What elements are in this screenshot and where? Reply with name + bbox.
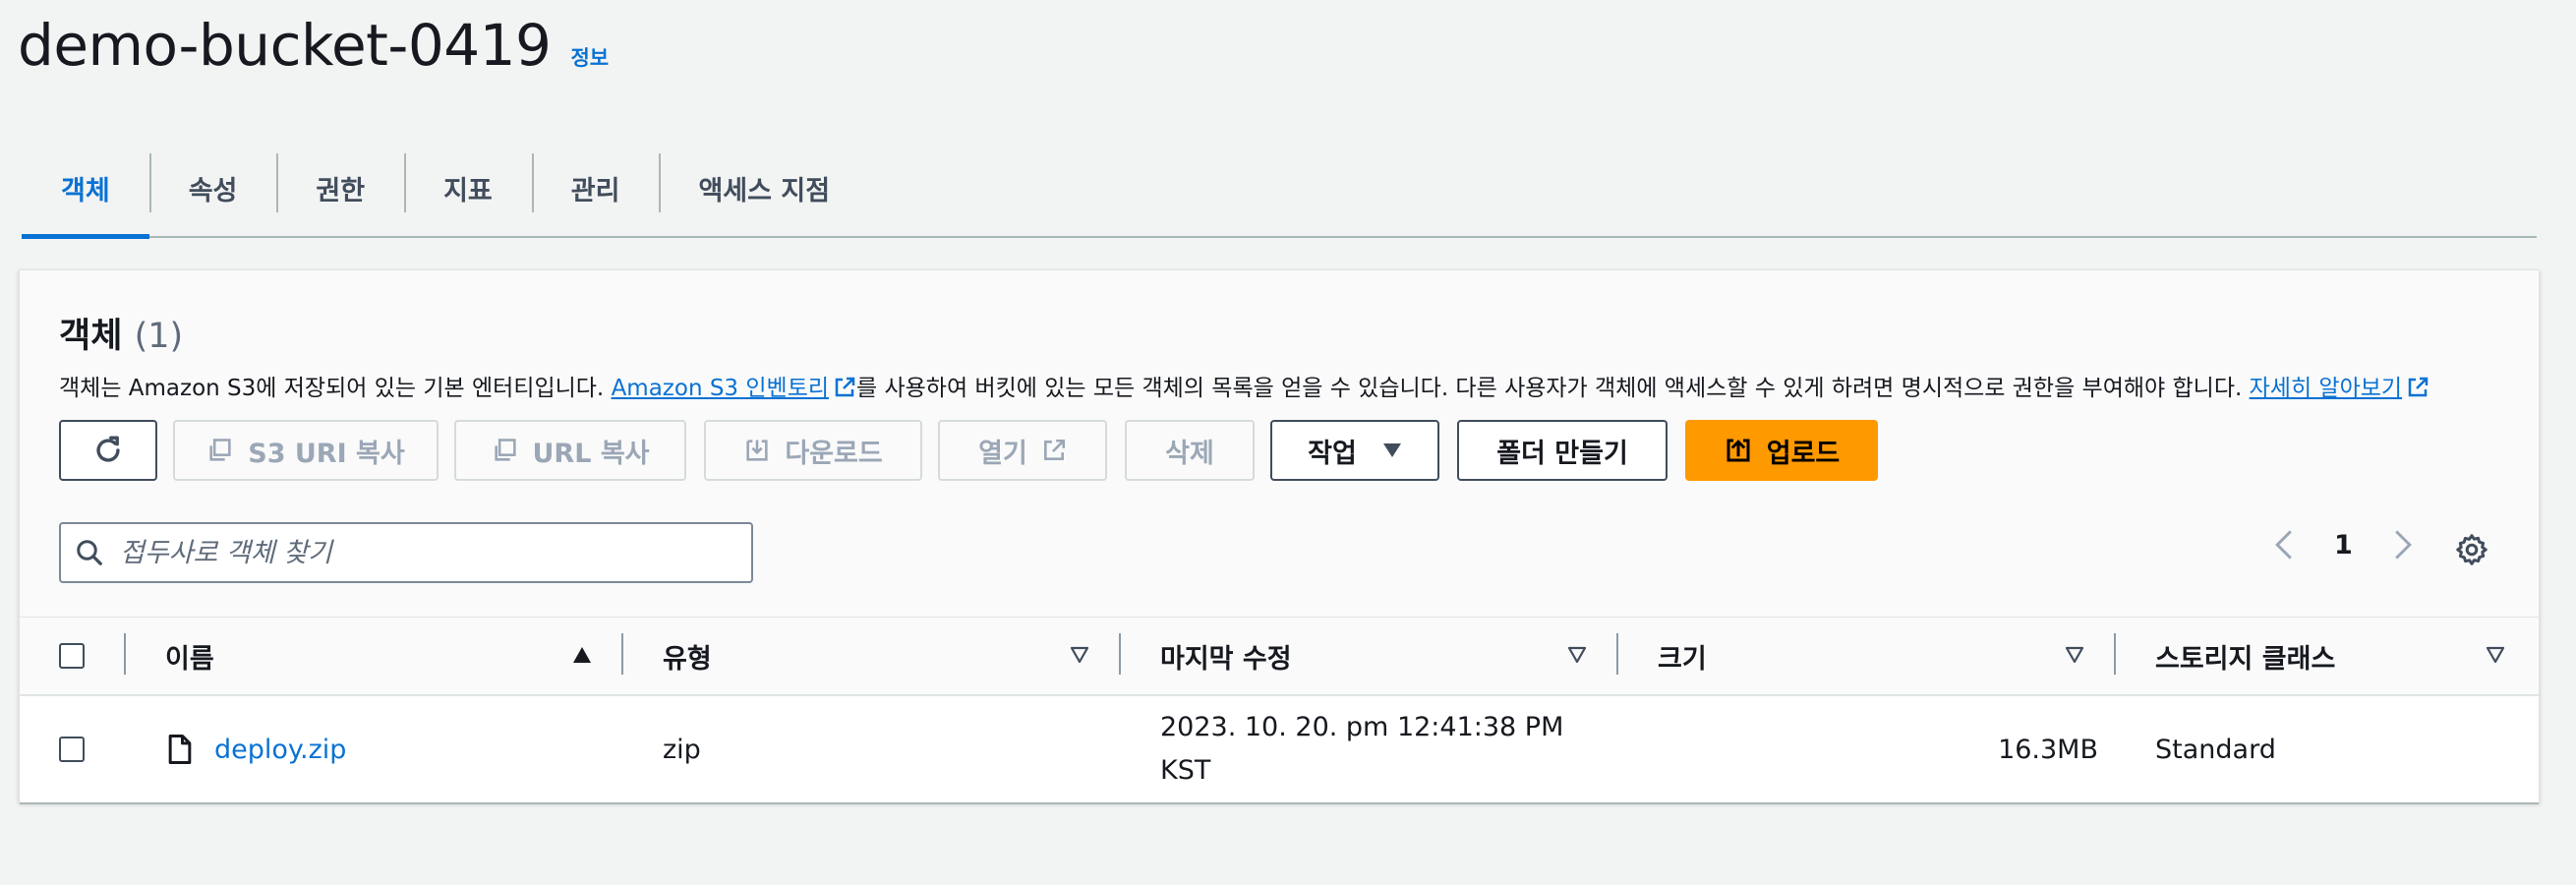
select-all-checkbox[interactable] <box>59 643 85 669</box>
size-cell: 16.3MB <box>1998 734 2098 765</box>
inventory-link[interactable]: Amazon S3 인벤토리 <box>612 376 829 401</box>
tab-properties[interactable]: 속성 <box>148 140 277 236</box>
panel-header: 객체 (1) <box>59 308 183 358</box>
external-link-icon[interactable] <box>2406 376 2430 399</box>
tab-bar: 객체 속성 권한 지표 관리 액세스 지점 <box>22 140 2537 239</box>
table-row[interactable]: deploy.zip zip 2023. 10. 20. pm 12:41:38… <box>20 696 2539 804</box>
sort-icon[interactable] <box>1070 646 1089 664</box>
storage-class-cell: Standard <box>2155 734 2276 765</box>
description-prefix: 객체는 Amazon S3에 저장되어 있는 기본 엔터티입니다. <box>59 376 612 401</box>
copy-url-label: URL 복사 <box>532 438 650 469</box>
table-header: 이름 유형 마지막 수정 크기 스토리지 클래스 <box>20 617 2539 696</box>
sort-icon[interactable] <box>2065 646 2084 664</box>
copy-icon <box>209 439 231 461</box>
tab-objects[interactable]: 객체 <box>22 140 149 239</box>
type-cell: zip <box>663 734 701 765</box>
object-count: (1) <box>134 317 184 356</box>
caret-down-icon <box>1382 443 1401 457</box>
file-icon <box>168 734 192 765</box>
chevron-right-icon[interactable] <box>2390 528 2416 561</box>
column-header-type[interactable]: 유형 <box>663 618 712 694</box>
column-divider[interactable] <box>621 633 623 675</box>
search-icon <box>77 540 102 565</box>
download-icon <box>746 440 768 461</box>
current-page[interactable]: 1 <box>2334 530 2353 560</box>
objects-table: 이름 유형 마지막 수정 크기 스토리지 클래스 deploy.zip zip <box>20 617 2539 804</box>
learn-more-link[interactable]: 자세히 알아보기 <box>2250 376 2402 401</box>
actions-label: 작업 <box>1308 438 1357 469</box>
upload-label: 업로드 <box>1766 438 1841 469</box>
sort-icon[interactable] <box>2486 646 2505 664</box>
panel-title: 객체 <box>59 317 123 356</box>
tab-permissions[interactable]: 권한 <box>276 140 404 236</box>
actions-dropdown[interactable]: 작업 <box>1270 420 1439 481</box>
column-header-last-modified[interactable]: 마지막 수정 <box>1160 618 1292 694</box>
search-input[interactable] <box>118 536 712 569</box>
sort-ascending-icon[interactable] <box>572 646 592 664</box>
sort-icon[interactable] <box>1567 646 1587 664</box>
tab-metrics[interactable]: 지표 <box>404 140 532 236</box>
download-button[interactable]: 다운로드 <box>704 420 922 481</box>
description-middle: 를 사용하여 버킷에 있는 모든 객체의 목록을 얻을 수 있습니다. 다른 사… <box>856 376 2250 401</box>
gear-icon[interactable] <box>2454 532 2489 567</box>
open-button[interactable]: 열기 <box>938 420 1107 481</box>
column-header-size[interactable]: 크기 <box>1658 618 1707 694</box>
row-select-cell <box>59 696 85 802</box>
delete-button[interactable]: 삭제 <box>1125 420 1255 481</box>
column-divider[interactable] <box>2114 633 2116 675</box>
row-checkbox[interactable] <box>59 737 85 762</box>
bucket-header: demo-bucket-0419 정보 <box>18 12 609 79</box>
pagination: 1 <box>2271 528 2416 561</box>
tab-access-points[interactable]: 액세스 지점 <box>659 140 869 236</box>
object-name-link[interactable]: deploy.zip <box>214 735 346 765</box>
info-link[interactable]: 정보 <box>570 42 609 72</box>
download-label: 다운로드 <box>785 438 883 469</box>
copy-icon <box>494 439 516 461</box>
objects-panel: 객체 (1) 객체는 Amazon S3에 저장되어 있는 기본 엔터티입니다.… <box>19 269 2540 804</box>
delete-label: 삭제 <box>1165 438 1214 469</box>
chevron-left-icon[interactable] <box>2271 528 2297 561</box>
search-box <box>59 522 753 583</box>
tab-management[interactable]: 관리 <box>531 140 660 236</box>
create-folder-button[interactable]: 폴더 만들기 <box>1457 420 1668 481</box>
external-link-icon <box>1043 439 1065 460</box>
upload-icon <box>1727 439 1750 462</box>
create-folder-label: 폴더 만들기 <box>1496 438 1628 469</box>
column-divider[interactable] <box>1616 633 1618 675</box>
panel-description: 객체는 Amazon S3에 저장되어 있는 기본 엔터티입니다. Amazon… <box>59 369 2430 402</box>
column-divider[interactable] <box>1119 633 1121 675</box>
last-modified-timezone: KST <box>1160 755 1211 786</box>
column-divider <box>124 633 126 675</box>
page-title: demo-bucket-0419 <box>18 12 552 79</box>
last-modified-cell: 2023. 10. 20. pm 12:41:38 PM KST <box>1160 696 1563 802</box>
column-header-storage-class[interactable]: 스토리지 클래스 <box>2155 618 2335 694</box>
last-modified-date: 2023. 10. 20. pm 12:41:38 PM <box>1160 712 1564 742</box>
column-header-name[interactable]: 이름 <box>165 618 214 694</box>
select-all-cell <box>59 618 85 694</box>
external-link-icon[interactable] <box>833 376 856 399</box>
refresh-button[interactable] <box>59 420 157 481</box>
copy-url-button[interactable]: URL 복사 <box>454 420 686 481</box>
refresh-icon <box>96 436 120 462</box>
upload-button[interactable]: 업로드 <box>1685 420 1878 481</box>
copy-s3-uri-label: S3 URI 복사 <box>248 438 405 469</box>
copy-s3-uri-button[interactable]: S3 URI 복사 <box>173 420 439 481</box>
open-label: 열기 <box>978 438 1027 469</box>
name-cell: deploy.zip <box>167 696 346 802</box>
